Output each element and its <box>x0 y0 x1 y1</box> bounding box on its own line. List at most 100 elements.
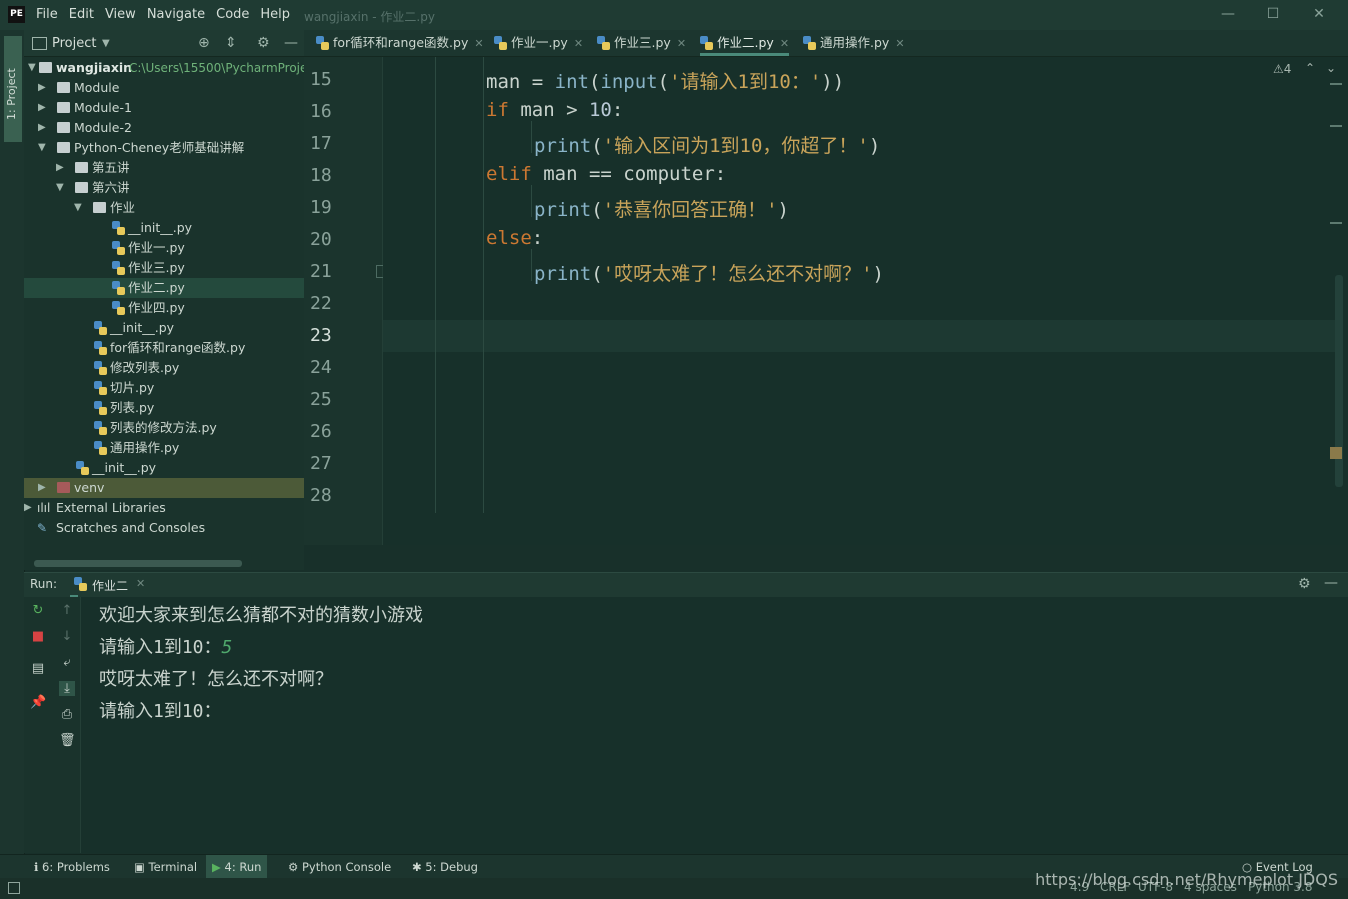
run-panel-header: Run: 作业二 ✕ ⚙ — <box>24 572 1348 598</box>
gear-icon[interactable]: ⚙ <box>1298 576 1311 592</box>
tree-item-lecture-5[interactable]: ▶ 第五讲 <box>24 158 304 178</box>
run-tab[interactable]: 作业二 ✕ <box>70 573 145 597</box>
chevron-right-icon[interactable]: ▶ <box>38 98 50 118</box>
tree-item-file[interactable]: for循环和range函数.py <box>24 338 304 358</box>
code-string: '输入区间为1到10，你超了！' <box>602 135 869 157</box>
menu-code[interactable]: Code <box>216 7 249 22</box>
pin-icon[interactable]: 📌 <box>30 695 46 710</box>
tree-item-file[interactable]: 作业四.py <box>24 298 304 318</box>
run-tab-close-icon[interactable]: ✕ <box>136 577 145 590</box>
stop-icon[interactable]: ■ <box>30 629 46 644</box>
menu-navigate[interactable]: Navigate <box>147 7 205 22</box>
tree-item-file[interactable]: __init__.py <box>24 458 304 478</box>
tab-homework-3[interactable]: 作业三.py ✕ <box>597 30 686 56</box>
tab-python-console[interactable]: ⚙ Python Console <box>288 855 391 879</box>
tree-item-file[interactable]: 作业一.py <box>24 238 304 258</box>
tab-common-ops[interactable]: 通用操作.py ✕ <box>803 30 905 56</box>
code-editor[interactable]: man = int(input('请输入1到10：')) if man > 10… <box>383 57 1348 545</box>
app-logo-icon: PE <box>8 6 25 23</box>
tab-close-icon[interactable]: ✕ <box>780 37 789 50</box>
hide-panel-icon[interactable]: — <box>284 35 298 51</box>
close-icon[interactable]: ✕ <box>1311 6 1327 22</box>
tab-homework-2[interactable]: 作业二.py ✕ <box>700 30 790 56</box>
tab-homework-1[interactable]: 作业一.py ✕ <box>494 30 583 56</box>
trash-icon[interactable]: 🗑 <box>59 733 76 748</box>
tree-item-file[interactable]: 列表.py <box>24 398 304 418</box>
layout-icon[interactable]: ▤ <box>30 661 46 676</box>
chevron-down-icon[interactable]: ▼ <box>102 38 110 49</box>
tab-debug[interactable]: ✱ 5: Debug <box>412 855 478 879</box>
hide-panel-icon[interactable]: — <box>1324 575 1338 591</box>
code-token: ( <box>657 71 670 93</box>
code-keyword: if <box>486 99 509 121</box>
tab-run[interactable]: ▶ 4: Run <box>206 855 268 879</box>
run-console[interactable]: 欢迎大家来到怎么猜都不对的猜数小游戏 请输入1到10：5 哎呀太难了！怎么还不对… <box>81 597 1348 853</box>
tree-item-python-cheney[interactable]: ▼ Python-Cheney老师基础讲解 <box>24 138 304 158</box>
indent-guide <box>531 185 532 217</box>
tree-item-label: 列表的修改方法.py <box>110 420 217 435</box>
collapse-all-icon[interactable]: ⇕ <box>225 35 237 51</box>
chevron-down-icon[interactable]: ▼ <box>74 198 86 218</box>
tree-item-file[interactable]: __init__.py <box>24 318 304 338</box>
arrow-up-icon[interactable]: ↑ <box>59 603 75 618</box>
chevron-right-icon[interactable]: ▶ <box>56 158 68 178</box>
tree-item-file[interactable]: 作业三.py <box>24 258 304 278</box>
menu-view[interactable]: View <box>105 7 136 22</box>
maximize-icon[interactable]: ☐ <box>1265 6 1281 22</box>
tree-item-file[interactable]: 切片.py <box>24 378 304 398</box>
project-tool-tab[interactable]: 1: Project <box>4 36 22 142</box>
tab-close-icon[interactable]: ✕ <box>895 37 904 50</box>
print-icon[interactable]: ⎙ <box>59 707 75 722</box>
tree-item-file-selected[interactable]: 作业二.py <box>24 278 304 298</box>
chevron-right-icon[interactable]: ▶ <box>38 118 50 138</box>
code-token: )) <box>821 71 845 93</box>
tree-item-scratches[interactable]: ✎ Scratches and Consoles <box>24 518 304 538</box>
tree-item-lecture-6[interactable]: ▼ 第六讲 <box>24 178 304 198</box>
tree-item-file[interactable]: __init__.py <box>24 218 304 238</box>
chevron-right-icon[interactable]: ▶ <box>38 478 50 498</box>
tab-close-icon[interactable]: ✕ <box>474 37 483 50</box>
chevron-right-icon[interactable]: ▶ <box>24 498 36 518</box>
code-string: '哎呀太难了！怎么还不对啊？' <box>602 263 873 285</box>
tree-item-module-1[interactable]: ▶ Module-1 <box>24 98 304 118</box>
python-file-icon <box>112 301 125 315</box>
locate-icon[interactable]: ⊕ <box>198 35 210 51</box>
tab-close-icon[interactable]: ✕ <box>677 37 686 50</box>
tree-item-label: 第五讲 <box>92 160 130 175</box>
scroll-to-end-icon[interactable]: ⤓ <box>59 681 75 696</box>
tree-item-module[interactable]: ▶ Module <box>24 78 304 98</box>
tab-for-range[interactable]: for循环和range函数.py ✕ <box>316 30 484 56</box>
tree-item-file[interactable]: 列表的修改方法.py <box>24 418 304 438</box>
tab-close-icon[interactable]: ✕ <box>574 37 583 50</box>
horizontal-scrollbar[interactable] <box>34 560 242 567</box>
tree-item-file[interactable]: 通用操作.py <box>24 438 304 458</box>
chevron-down-icon[interactable]: ▼ <box>38 138 50 158</box>
chevron-down-icon[interactable]: ▼ <box>56 178 68 198</box>
gear-icon[interactable]: ⚙ <box>257 35 270 51</box>
chevron-down-icon[interactable]: ⌄ <box>1326 61 1336 75</box>
chevron-up-icon[interactable]: ⌃ <box>1305 61 1315 75</box>
project-view-icon <box>32 37 47 50</box>
menu-help[interactable]: Help <box>260 7 290 22</box>
menu-file[interactable]: File <box>36 7 58 22</box>
project-panel-title[interactable]: Project <box>52 36 96 51</box>
tree-item-external-libraries[interactable]: ▶ ılıl External Libraries <box>24 498 304 518</box>
tree-item-homework[interactable]: ▼ 作业 <box>24 198 304 218</box>
warning-indicator[interactable]: ⚠4 <box>1273 62 1291 76</box>
soft-wrap-icon[interactable]: ⤶ <box>59 655 75 670</box>
tree-item-venv[interactable]: ▶ venv <box>24 478 304 498</box>
rerun-icon[interactable]: ↻ <box>30 603 46 618</box>
tab-problems[interactable]: ℹ 6: Problems <box>34 855 110 879</box>
minimize-icon[interactable]: — <box>1220 6 1236 22</box>
tab-terminal[interactable]: ▣ Terminal <box>134 855 197 879</box>
line-number: 24 <box>310 357 332 378</box>
tree-root[interactable]: ▼ wangjiaxin C:\Users\15500\PycharmProje… <box>24 58 314 78</box>
tree-item-file[interactable]: 修改列表.py <box>24 358 304 378</box>
chevron-right-icon[interactable]: ▶ <box>38 78 50 98</box>
arrow-down-icon[interactable]: ↓ <box>59 629 75 644</box>
layout-toggle-icon[interactable] <box>8 882 20 894</box>
left-tool-stripe: 1: Project <box>0 30 25 855</box>
menu-edit[interactable]: Edit <box>69 7 94 22</box>
tree-item-module-2[interactable]: ▶ Module-2 <box>24 118 304 138</box>
title-bar: PE File Edit View Navigate Code Help wan… <box>0 0 1348 30</box>
